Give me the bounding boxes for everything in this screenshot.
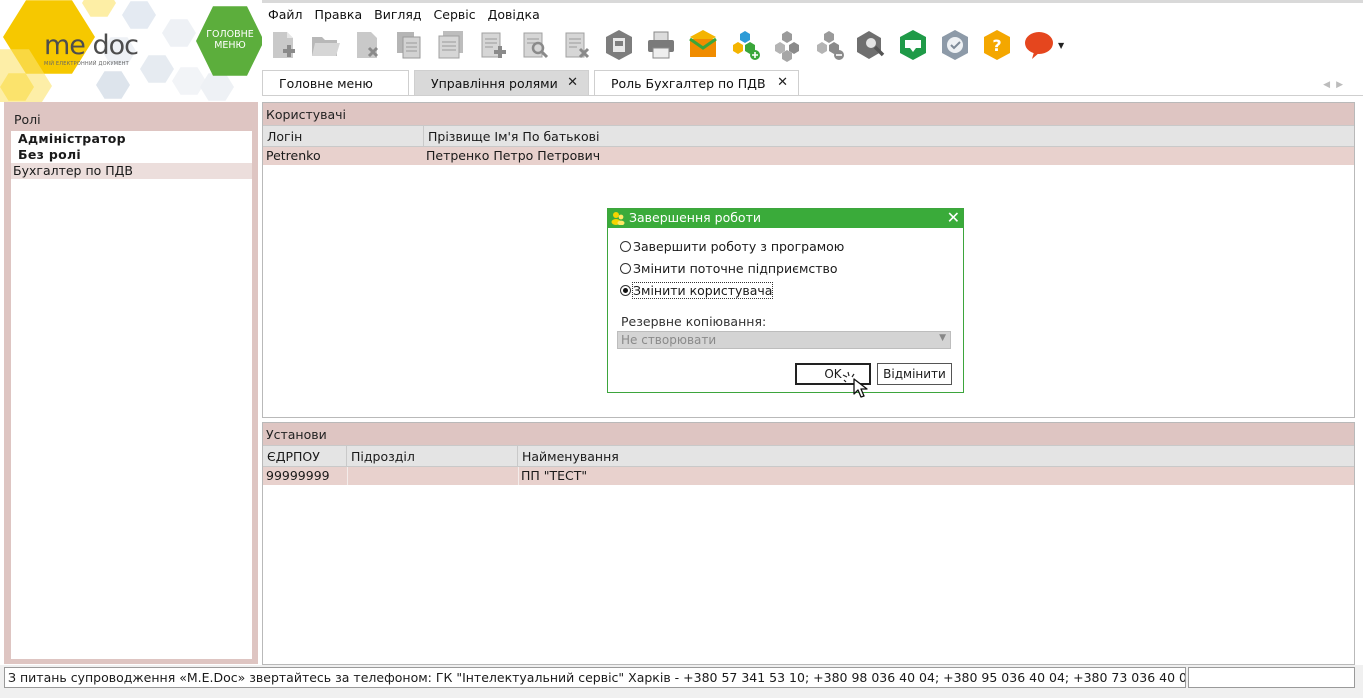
tab-scroll-arrows-icon[interactable]: ◀▶ — [1323, 80, 1349, 90]
menu-edit[interactable]: Правка — [309, 4, 369, 24]
radio-button[interactable] — [620, 262, 631, 274]
logo-tagline: МІЙ ЕЛЕКТРОННИЙ ДОКУМЕНТ — [44, 61, 129, 67]
mouse-cursor-icon — [842, 371, 868, 398]
role-item-admin[interactable]: Адміністратор — [11, 131, 252, 147]
send-envelope-icon[interactable] — [686, 26, 720, 64]
organizations-title: Установи — [263, 423, 1354, 445]
column-divider — [347, 467, 348, 485]
home-menu-button[interactable]: ГОЛОВНЕ МЕНЮ — [196, 6, 262, 76]
message-icon[interactable] — [896, 26, 930, 64]
tab-role-management[interactable]: Управління ролями ✕ — [414, 70, 589, 95]
option-label: Змінити поточне підприємство — [633, 260, 838, 276]
radio-button[interactable] — [620, 284, 631, 296]
option-change-company[interactable]: Змінити поточне підприємство — [620, 259, 838, 277]
column-header-name[interactable]: Найменування — [518, 446, 1354, 467]
status-panel — [1188, 667, 1355, 688]
backup-select-value: Не створювати — [621, 333, 717, 347]
backup-select[interactable]: Не створювати ▼ — [617, 331, 951, 349]
logo-hex-small — [172, 67, 206, 95]
top-border — [262, 0, 1363, 3]
close-icon[interactable]: ✕ — [777, 75, 788, 90]
menu-help[interactable]: Довідка — [482, 4, 546, 24]
hex-group-remove-icon[interactable] — [812, 26, 846, 64]
dialog-title: Завершення роботи — [629, 210, 761, 225]
backup-label: Резервне копіювання: — [621, 314, 767, 329]
logo-hex-small — [122, 1, 156, 29]
tab-main-menu[interactable]: Головне меню — [262, 70, 409, 95]
doc-add-icon[interactable] — [266, 26, 300, 64]
option-change-user[interactable]: Змінити користувача — [620, 281, 774, 299]
close-icon[interactable]: ✕ — [567, 75, 578, 90]
logo-hex-small — [140, 55, 174, 83]
hex-group-icon[interactable] — [770, 26, 804, 64]
users-icon — [611, 212, 625, 225]
menu-bar: Файл Правка Вигляд Сервіс Довідка — [262, 4, 546, 24]
cell-edrpou: 99999999 — [266, 468, 330, 483]
printer-icon[interactable] — [644, 26, 678, 64]
option-label: Змінити користувача — [631, 281, 774, 299]
chevron-down-icon[interactable]: ▼ — [1058, 26, 1068, 64]
tab-label: Управління ролями — [431, 76, 558, 91]
status-bar: З питань супроводження «M.E.Doc» звертай… — [0, 665, 1363, 698]
tab-bar: Головне меню Управління ролями ✕ Роль Бу… — [262, 70, 1363, 96]
help-icon[interactable]: ? — [980, 26, 1014, 64]
hex-group-add-icon[interactable] — [728, 26, 762, 64]
logo-hex-small — [82, 0, 116, 17]
users-grid-header: Логін Прізвище Ім'я По батькові — [263, 125, 1354, 147]
option-label: Завершити роботу з програмою — [633, 238, 845, 254]
logo-hex-small — [200, 73, 234, 101]
toolbar: ? ▼ — [266, 25, 1068, 65]
check-hex-icon[interactable] — [938, 26, 972, 64]
users-title: Користувачі — [263, 103, 1354, 125]
status-text: З питань супроводження «M.E.Doc» звертай… — [4, 667, 1186, 688]
table-row[interactable]: 99999999 ПП "ТЕСТ" — [263, 467, 1354, 485]
logo-area: me doc МІЙ ЕЛЕКТРОННИЙ ДОКУМЕНТ ГОЛОВНЕ … — [0, 0, 262, 102]
cell-full-name: Петренко Петро Петрович — [426, 148, 601, 163]
chat-bubble-icon[interactable] — [1022, 26, 1056, 64]
tab-label: Роль Бухгалтер по ПДВ — [611, 76, 766, 91]
tab-label: Головне меню — [279, 76, 373, 91]
menu-file[interactable]: Файл — [262, 4, 309, 24]
cancel-button[interactable]: Відмінити — [877, 363, 952, 385]
table-row[interactable]: Petrenko Петренко Петро Петрович — [263, 147, 1354, 165]
doc-delete-icon[interactable] — [350, 26, 384, 64]
dialog-titlebar[interactable]: Завершення роботи ✕ — [608, 208, 963, 228]
doc-list-delete-icon[interactable] — [560, 26, 594, 64]
chevron-down-icon: ▼ — [939, 333, 946, 343]
svg-text:?: ? — [992, 36, 1001, 55]
roles-title: Ролі — [14, 112, 41, 127]
doc-list-icon[interactable] — [434, 26, 468, 64]
menu-service[interactable]: Сервіс — [428, 4, 482, 24]
folder-open-icon[interactable] — [308, 26, 342, 64]
doc-search-icon[interactable] — [518, 26, 552, 64]
cell-name: ПП "ТЕСТ" — [521, 468, 588, 483]
roles-panel: Ролі Адміністратор Без ролі Бухгалтер по… — [4, 102, 258, 664]
doc-list-add-icon[interactable] — [476, 26, 510, 64]
column-header-login[interactable]: Логін — [263, 126, 424, 147]
shutdown-dialog: Завершення роботи ✕ Завершити роботу з п… — [607, 208, 964, 393]
logo-hex-small — [96, 71, 130, 99]
column-header-edrpou[interactable]: ЄДРПОУ — [263, 446, 347, 467]
organizations-grid-header: ЄДРПОУ Підрозділ Найменування — [263, 445, 1354, 467]
option-exit-program[interactable]: Завершити роботу з програмою — [620, 237, 844, 255]
radio-button[interactable] — [620, 240, 631, 252]
close-icon[interactable]: ✕ — [947, 208, 960, 227]
role-item-vat-accountant[interactable]: Бухгалтер по ПДВ — [11, 163, 252, 179]
menu-view[interactable]: Вигляд — [368, 4, 427, 24]
column-header-division[interactable]: Підрозділ — [347, 446, 518, 467]
copy-icon[interactable] — [392, 26, 426, 64]
hex-search-icon[interactable] — [854, 26, 888, 64]
logo-wordmark: me doc — [44, 30, 139, 61]
cell-login: Petrenko — [266, 148, 321, 163]
column-header-full-name[interactable]: Прізвище Ім'я По батькові — [424, 126, 1354, 147]
tab-role-accountant[interactable]: Роль Бухгалтер по ПДВ ✕ — [594, 70, 799, 95]
logo-hex-small — [162, 19, 196, 47]
role-item-no-role[interactable]: Без ролі — [11, 147, 252, 163]
settings-hex-icon[interactable] — [602, 26, 636, 64]
roles-list: Адміністратор Без ролі Бухгалтер по ПДВ — [11, 131, 252, 659]
organizations-panel: Установи ЄДРПОУ Підрозділ Найменування 9… — [262, 422, 1355, 665]
